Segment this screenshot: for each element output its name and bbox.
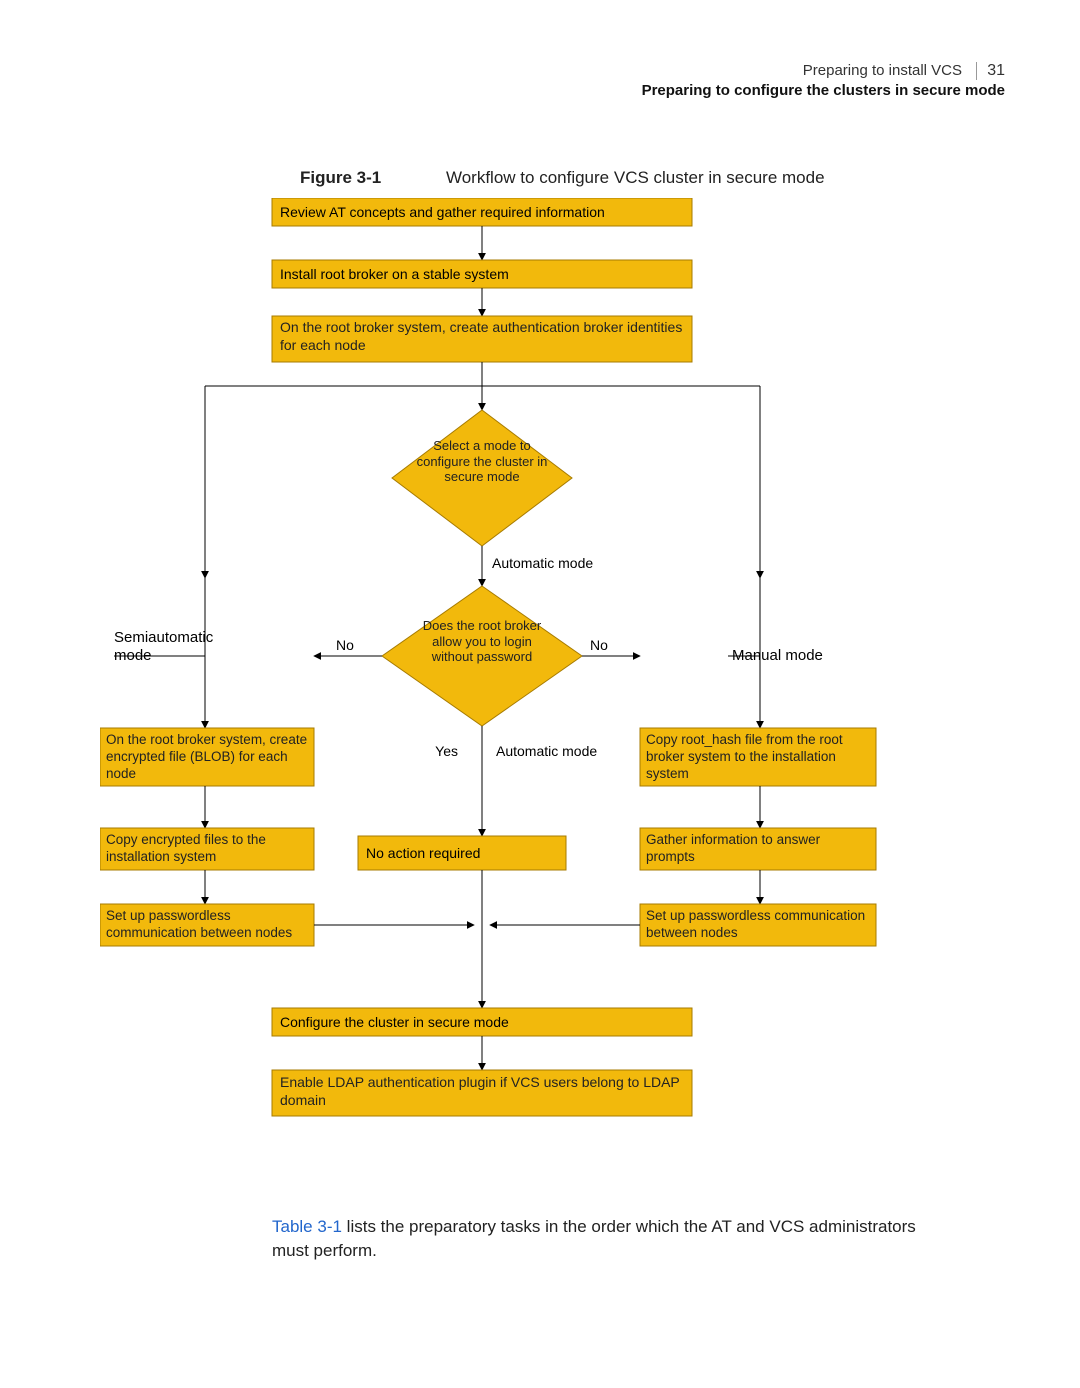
table-link[interactable]: Table 3-1 (272, 1217, 342, 1236)
edge-auto-mid: Automatic mode (496, 743, 597, 759)
edge-yes: Yes (435, 743, 458, 759)
flow-gather: Gather information to answer prompts (646, 832, 870, 866)
flow-does-root: Does the root broker allow you to login … (410, 618, 554, 665)
flow-review: Review AT concepts and gather required i… (280, 204, 605, 220)
body-paragraph: Table 3-1 lists the preparatory tasks in… (272, 1215, 957, 1263)
breadcrumb-level2: Preparing to configure the clusters in s… (642, 82, 1005, 99)
edge-no-right: No (590, 637, 608, 653)
flow-ldap: Enable LDAP authentication plugin if VCS… (280, 1074, 684, 1109)
edge-auto-top: Automatic mode (492, 555, 593, 571)
flow-pwless-left: Set up passwordless communication betwee… (106, 908, 308, 942)
figure-caption: Figure 3-1 Workflow to configure VCS clu… (300, 168, 825, 188)
flow-copy-hash: Copy root_hash file from the root broker… (646, 732, 870, 783)
figure-label: Figure 3-1 (300, 168, 381, 187)
branch-semiauto-l1: Semiautomatic (114, 629, 214, 646)
flow-create-identities: On the root broker system, create authen… (280, 319, 684, 354)
flowchart: Review AT concepts and gather required i… (100, 198, 990, 1188)
flow-install-root: Install root broker on a stable system (280, 266, 509, 282)
page-header: Preparing to install VCS 31 Preparing to… (642, 62, 1005, 99)
flow-copy-blob: Copy encrypted files to the installation… (106, 832, 308, 866)
figure-caption-text: Workflow to configure VCS cluster in sec… (446, 168, 825, 187)
body-paragraph-rest: lists the preparatory tasks in the order… (272, 1217, 916, 1260)
edge-no-left: No (336, 637, 354, 653)
breadcrumb-level1: Preparing to install VCS (803, 62, 962, 79)
flow-config-cluster: Configure the cluster in secure mode (280, 1014, 509, 1030)
flow-no-action: No action required (366, 845, 480, 861)
flow-blob: On the root broker system, create encryp… (106, 732, 308, 783)
page-number: 31 (976, 62, 1005, 80)
flow-select-mode: Select a mode to configure the cluster i… (415, 438, 549, 485)
flow-pwless-right: Set up passwordless communication betwee… (646, 908, 870, 942)
